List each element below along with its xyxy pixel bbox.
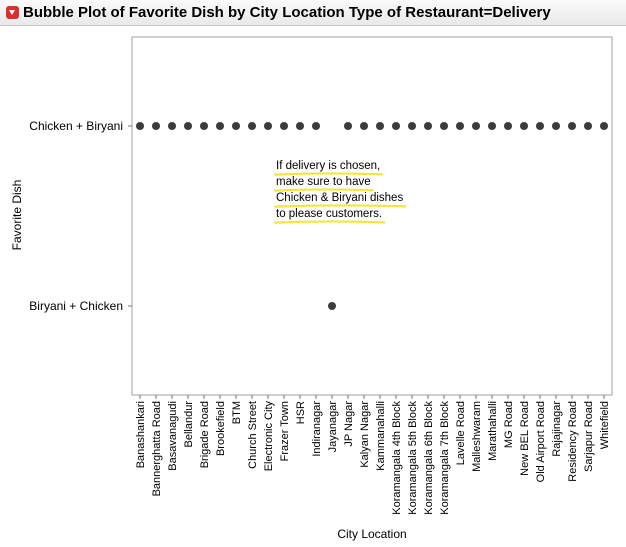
data-point <box>360 122 368 130</box>
x-tick-label: Frazer Town <box>279 401 291 461</box>
data-point <box>264 122 272 130</box>
x-tick-label: Kalyan Nagar <box>359 401 371 468</box>
x-tick-label: Rajajinagar <box>551 401 563 457</box>
x-tick-label: Electronic City <box>263 401 275 472</box>
annotation-line: Chicken & Biryani dishes <box>276 192 403 204</box>
x-tick-label: Indiranagar <box>311 401 323 457</box>
annotation-underline <box>273 172 384 176</box>
x-tick-label: Bellandur <box>183 401 195 448</box>
data-point <box>568 122 576 130</box>
data-point <box>472 122 480 130</box>
data-point <box>216 122 224 130</box>
data-point <box>424 122 432 130</box>
data-point <box>504 122 512 130</box>
data-point <box>248 122 256 130</box>
data-point <box>536 122 544 130</box>
x-tick-label: New BEL Road <box>519 401 531 476</box>
x-tick-label: Basavanagudi <box>167 401 179 471</box>
x-tick-label: Whitefield <box>599 401 611 449</box>
data-point <box>280 122 288 130</box>
x-tick-label: Koramangala 7th Block <box>439 401 451 515</box>
x-tick-label: Koramangala 5th Block <box>407 401 419 515</box>
annotation-underline <box>273 204 407 208</box>
bubble-plot: Chicken + Biryani Biryani + Chicken Banas… <box>10 36 613 541</box>
data-point <box>328 302 336 310</box>
x-tick-label: Koramangala 6th Block <box>423 401 435 515</box>
data-point <box>296 122 304 130</box>
y-axis-title: Favorite Dish <box>10 180 24 251</box>
data-point <box>184 122 192 130</box>
data-point <box>168 122 176 130</box>
x-tick-label: Brigade Road <box>199 401 211 468</box>
data-point <box>152 122 160 130</box>
x-tick-label: Banashankari <box>135 401 147 468</box>
annotation-line: make sure to have <box>276 176 371 188</box>
x-tick-label: Koramangala 4th Block <box>391 401 403 515</box>
annotation-underline <box>273 220 386 224</box>
x-tick-label: JP Nagar <box>343 401 355 447</box>
data-point <box>232 122 240 130</box>
x-tick-label: Jayanagar <box>327 401 339 453</box>
data-point <box>520 122 528 130</box>
x-tick-label: Kammanahalli <box>375 401 387 471</box>
x-tick-label: Lavelle Road <box>455 401 467 465</box>
y-tick-label: Biryani + Chicken <box>29 299 123 313</box>
data-point <box>408 122 416 130</box>
data-point <box>600 122 608 130</box>
data-point <box>584 122 592 130</box>
y-axis: Chicken + Biryani Biryani + Chicken <box>29 119 132 313</box>
x-tick-label: Sarjapur Road <box>583 401 595 472</box>
data-point <box>440 122 448 130</box>
x-tick-label: Old Airport Road <box>535 401 547 482</box>
annotation-line: If delivery is chosen, <box>276 160 380 172</box>
x-tick-label: Brookefield <box>215 401 227 456</box>
x-tick-label: Residency Road <box>567 401 579 482</box>
x-tick-label: Malleshwaram <box>471 401 483 472</box>
data-point <box>312 122 320 130</box>
data-point <box>136 122 144 130</box>
x-tick-label: Bannerghatta Road <box>151 401 163 496</box>
x-axis: Banashankari Bannerghatta Road Basavanagud… <box>135 395 611 515</box>
x-tick-label: Marathahalli <box>487 401 499 461</box>
data-point <box>392 122 400 130</box>
x-tick-label: MG Road <box>503 401 515 448</box>
x-tick-label: BTM <box>231 401 243 424</box>
annotation-line: to please customers. <box>276 208 382 220</box>
data-point <box>344 122 352 130</box>
annotation-underline <box>273 188 374 192</box>
data-point <box>552 122 560 130</box>
data-point <box>488 122 496 130</box>
data-point <box>456 122 464 130</box>
data-point <box>376 122 384 130</box>
x-axis-title: City Location <box>337 527 406 541</box>
x-tick-label: Church Street <box>247 401 259 469</box>
data-point <box>200 122 208 130</box>
x-tick-label: HSR <box>295 401 307 424</box>
y-tick-label: Chicken + Biryani <box>29 119 123 133</box>
